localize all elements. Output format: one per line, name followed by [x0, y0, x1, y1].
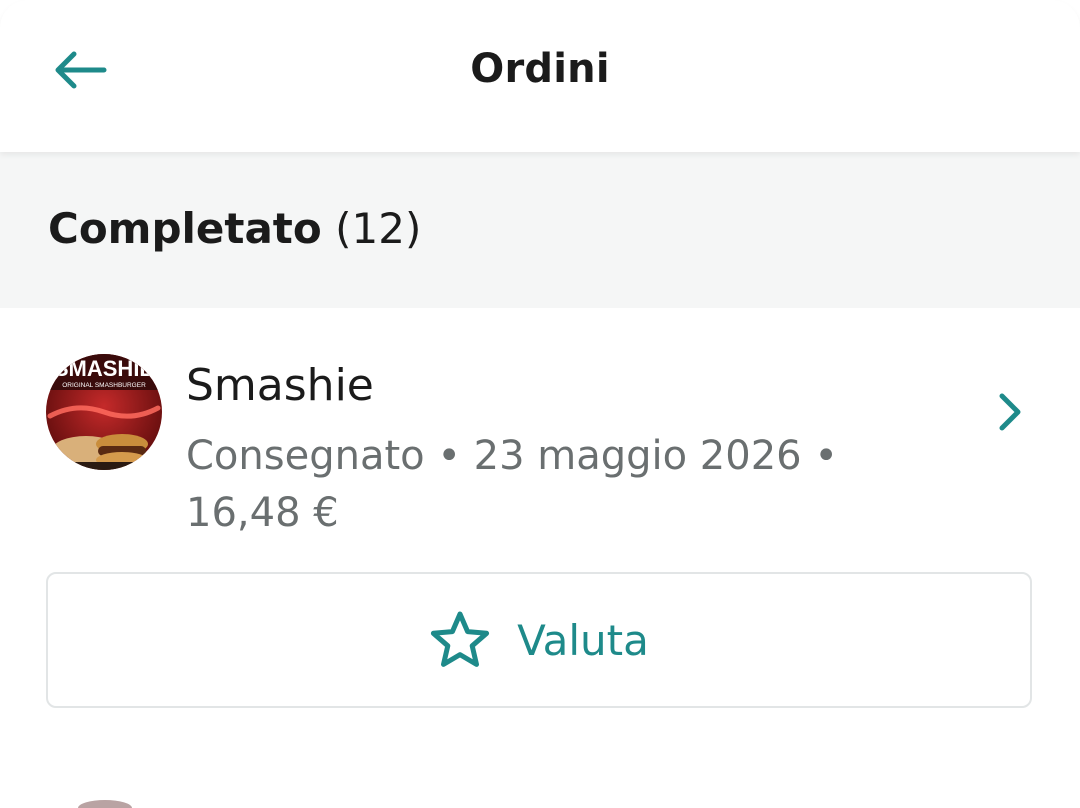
order-list-item[interactable]: SMASHIE ORIGINAL SMASHBURGER Smashie Con…: [0, 308, 1080, 558]
restaurant-name: Smashie: [186, 360, 374, 411]
section-header: Completato (12): [0, 152, 1080, 308]
orders-screen: Ordini Completato (12) SMASHIE ORIGINAL …: [0, 0, 1080, 808]
restaurant-avatar: SMASHIE ORIGINAL SMASHBURGER: [46, 354, 162, 470]
section-title-label: Completato: [48, 204, 322, 253]
rate-button[interactable]: Valuta: [46, 572, 1032, 708]
avatar-logo-subtext: ORIGINAL SMASHBURGER: [62, 382, 146, 389]
top-bar: Ordini: [0, 0, 1080, 152]
page-title: Ordini: [470, 46, 610, 92]
next-order-avatar-peek: [78, 800, 132, 808]
section-count: (12): [335, 204, 422, 253]
order-meta: Consegnato • 23 maggio 2026 • 16,48 €: [186, 433, 838, 536]
section-title: Completato (12): [48, 204, 421, 253]
star-outline-icon: [431, 611, 490, 667]
rate-button-label: Valuta: [517, 615, 649, 665]
chevron-right-icon: [999, 393, 1021, 431]
avatar-logo-text: SMASHIE: [54, 356, 154, 381]
